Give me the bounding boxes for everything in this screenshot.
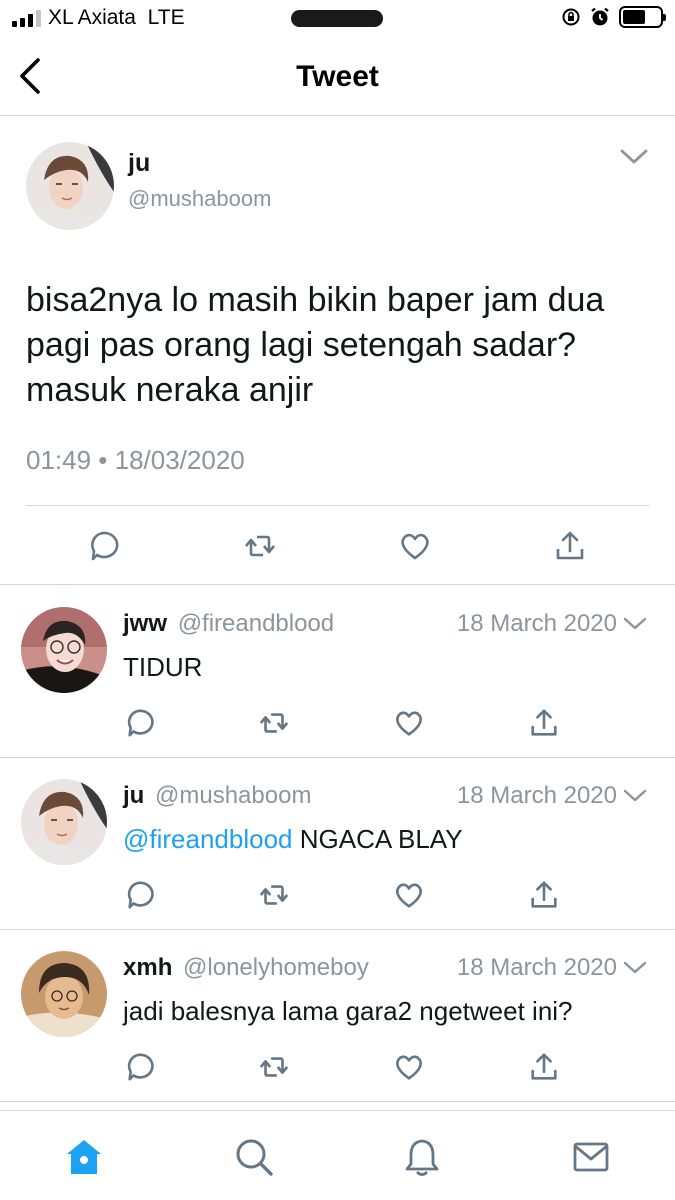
reply-icon[interactable] (88, 529, 122, 563)
reply-actions (0, 1051, 675, 1083)
reply-date: 18 March 2020 (456, 954, 617, 981)
chevron-down-icon[interactable] (623, 788, 647, 804)
share-icon[interactable] (528, 1051, 560, 1083)
author-handle[interactable]: @fireandblood (178, 610, 334, 637)
reply-text: jadi balesnya lama gara2 ngetweet ini? (123, 996, 573, 1026)
search-icon[interactable] (234, 1137, 274, 1177)
reply-icon[interactable] (125, 879, 157, 911)
like-icon[interactable] (393, 1051, 425, 1083)
author-handle[interactable]: @lonelyhomeboy (183, 954, 369, 981)
retweet-icon[interactable] (258, 879, 290, 911)
signal-icon (12, 9, 41, 27)
avatar[interactable] (21, 951, 107, 1037)
nav-bar: Tweet (0, 38, 675, 116)
reply-tweet[interactable]: jww @fireandblood 18 March 2020 TIDUR (0, 586, 675, 758)
like-icon[interactable] (393, 879, 425, 911)
home-icon[interactable] (64, 1137, 104, 1177)
reply-text: TIDUR (123, 652, 203, 682)
retweet-icon[interactable] (258, 707, 290, 739)
main-tweet[interactable]: ju @mushaboom bisa2nya lo masih bikin ba… (0, 117, 675, 585)
orientation-lock-icon (562, 8, 580, 26)
share-icon[interactable] (528, 707, 560, 739)
like-icon[interactable] (398, 529, 432, 563)
alarm-icon (591, 7, 609, 26)
page-title: Tweet (296, 60, 379, 93)
messages-icon[interactable] (571, 1137, 611, 1177)
author-name[interactable]: xmh (123, 954, 172, 981)
author-name[interactable]: jww (123, 610, 167, 637)
reply-tweet[interactable]: ju @mushaboom 18 March 2020 @fireandbloo… (0, 758, 675, 930)
reply-header: jww @fireandblood (123, 610, 334, 638)
chevron-down-icon[interactable] (623, 616, 647, 632)
retweet-icon[interactable] (258, 1051, 290, 1083)
reply-icon[interactable] (125, 1051, 157, 1083)
status-icons (561, 6, 666, 28)
share-icon[interactable] (528, 879, 560, 911)
notifications-icon[interactable] (402, 1137, 442, 1177)
reply-icon[interactable] (125, 707, 157, 739)
avatar[interactable] (26, 142, 114, 230)
reply-date: 18 March 2020 (456, 610, 617, 637)
avatar[interactable] (21, 779, 107, 865)
author-handle[interactable]: @mushaboom (155, 782, 311, 809)
divider (26, 505, 649, 506)
reply-date: 18 March 2020 (456, 782, 617, 809)
tweet-timestamp: 01:49 • 18/03/2020 (26, 445, 245, 475)
reply-header: xmh @lonelyhomeboy (123, 954, 369, 982)
speaker-notch (291, 10, 383, 27)
chevron-down-icon[interactable] (623, 960, 647, 976)
chevron-down-icon[interactable] (619, 147, 649, 167)
retweet-icon[interactable] (243, 529, 277, 563)
reply-actions (0, 707, 675, 739)
battery-icon (619, 6, 666, 28)
tweet-actions (0, 529, 675, 565)
author-name[interactable]: ju (128, 149, 150, 178)
share-icon[interactable] (553, 529, 587, 563)
like-icon[interactable] (393, 707, 425, 739)
avatar[interactable] (21, 607, 107, 693)
author-handle[interactable]: @mushaboom (128, 186, 271, 212)
carrier-label: XL Axiata LTE (48, 6, 185, 29)
reply-text: @fireandblood NGACA BLAY (123, 824, 463, 854)
tab-bar (0, 1110, 675, 1200)
tweet-text: bisa2nya lo masih bikin baper jam dua pa… (26, 281, 605, 409)
author-name[interactable]: ju (123, 782, 144, 809)
reply-header: ju @mushaboom (123, 782, 311, 810)
mention-link[interactable]: @fireandblood (123, 824, 293, 854)
reply-actions (0, 879, 675, 911)
status-bar: XL Axiata LTE (0, 0, 675, 38)
reply-tweet[interactable]: xmh @lonelyhomeboy 18 March 2020 jadi ba… (0, 930, 675, 1102)
